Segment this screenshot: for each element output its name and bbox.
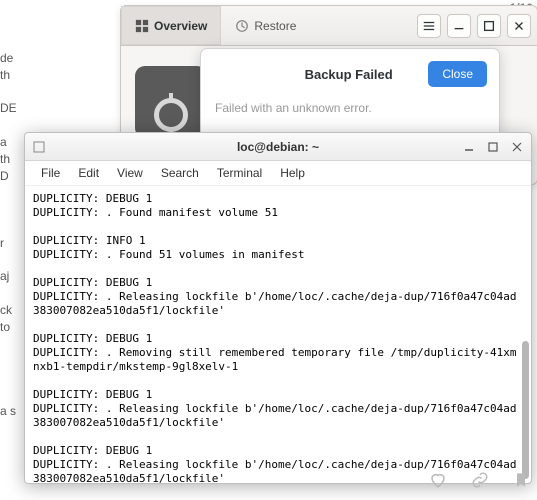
maximize-button[interactable] bbox=[477, 14, 501, 38]
close-icon bbox=[512, 19, 526, 33]
maximize-icon bbox=[482, 19, 496, 33]
terminal-title: loc@debian: ~ bbox=[25, 140, 531, 154]
terminal-app-menu[interactable] bbox=[31, 139, 47, 155]
maximize-icon bbox=[488, 142, 498, 152]
menu-help[interactable]: Help bbox=[272, 163, 313, 183]
terminal-close-button[interactable] bbox=[509, 139, 525, 155]
menu-search[interactable]: Search bbox=[153, 163, 207, 183]
tab-restore[interactable]: Restore bbox=[221, 6, 310, 45]
terminal-minimize-button[interactable] bbox=[461, 139, 477, 155]
terminal-maximize-button[interactable] bbox=[485, 139, 501, 155]
terminal-titlebar: loc@debian: ~ bbox=[25, 133, 531, 161]
minimize-icon bbox=[452, 19, 466, 33]
menu-edit[interactable]: Edit bbox=[70, 163, 107, 183]
hamburger-menu-button[interactable] bbox=[417, 14, 441, 38]
terminal-menubar: File Edit View Search Terminal Help bbox=[25, 161, 531, 186]
post-actions bbox=[0, 471, 529, 494]
headerbar: Overview Restore bbox=[121, 6, 537, 46]
bg-text-fragment: de th DE a th D r aj ck to a specifi bbox=[0, 50, 16, 420]
heart-icon bbox=[429, 471, 447, 489]
tab-overview[interactable]: Overview bbox=[121, 6, 221, 45]
terminal-output[interactable]: DUPLICITY: DEBUG 1 DUPLICITY: . Found ma… bbox=[25, 186, 531, 483]
link-button[interactable] bbox=[471, 471, 489, 494]
minimize-button[interactable] bbox=[447, 14, 471, 38]
square-icon bbox=[33, 141, 45, 153]
dialog-title: Backup Failed bbox=[269, 67, 428, 82]
tab-label: Restore bbox=[254, 19, 296, 33]
terminal-window: loc@debian: ~ File Edit View Search Term… bbox=[24, 132, 532, 484]
tab-label: Overview bbox=[154, 19, 207, 33]
terminal-text: DUPLICITY: DEBUG 1 DUPLICITY: . Found ma… bbox=[33, 192, 516, 483]
link-icon bbox=[471, 471, 489, 489]
restore-icon bbox=[235, 19, 249, 33]
close-button[interactable] bbox=[507, 14, 531, 38]
error-dialog: Backup Failed Close Failed with an unkno… bbox=[200, 48, 500, 138]
grid-icon bbox=[135, 19, 149, 33]
terminal-scrollbar[interactable] bbox=[522, 241, 529, 479]
scrollbar-thumb[interactable] bbox=[522, 341, 529, 479]
dialog-message: Failed with an unknown error. bbox=[213, 97, 487, 125]
menu-view[interactable]: View bbox=[109, 163, 151, 183]
menu-file[interactable]: File bbox=[33, 163, 68, 183]
minimize-icon bbox=[464, 142, 474, 152]
hamburger-icon bbox=[422, 19, 436, 33]
bookmark-button[interactable] bbox=[513, 471, 529, 494]
menu-terminal[interactable]: Terminal bbox=[209, 163, 270, 183]
like-button[interactable] bbox=[429, 471, 447, 494]
close-icon bbox=[512, 142, 522, 152]
bookmark-icon bbox=[513, 471, 529, 489]
safe-app-icon bbox=[135, 66, 207, 138]
dialog-close-button[interactable]: Close bbox=[428, 61, 487, 87]
